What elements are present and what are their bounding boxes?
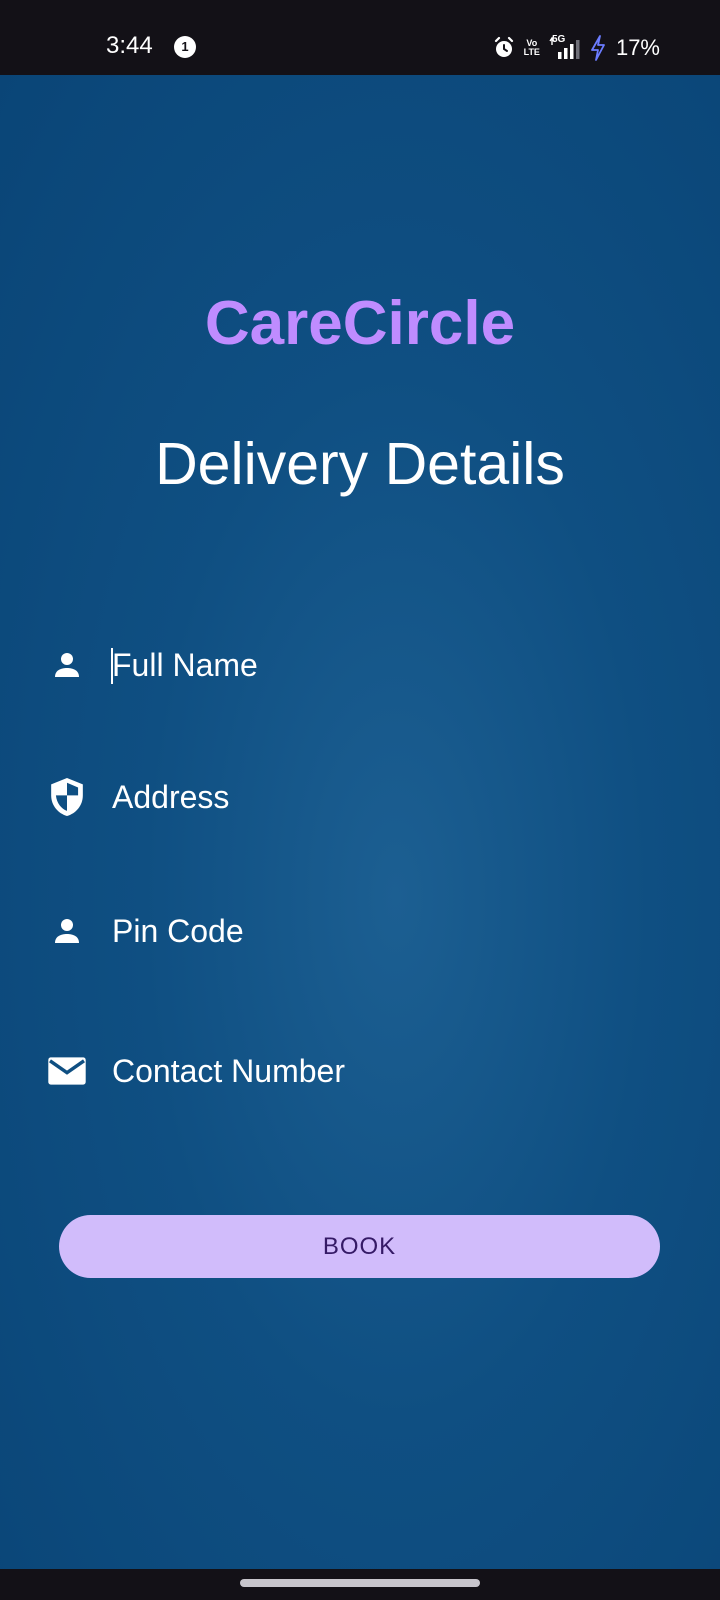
address-placeholder[interactable]: Address: [112, 779, 229, 816]
person-icon: [44, 642, 90, 688]
contact-number-field[interactable]: Contact Number: [44, 1041, 674, 1101]
charging-icon: [590, 35, 606, 61]
text-cursor: [111, 647, 113, 684]
signal-icon: 5G: [548, 34, 582, 60]
mail-icon: [44, 1048, 90, 1094]
shield-icon: [44, 774, 90, 820]
volte-icon: Vo LTE: [524, 39, 540, 57]
delivery-details-screen: CareCircle Delivery Details Full Name Ad…: [0, 75, 720, 1569]
notification-badge: 1: [174, 36, 196, 58]
full-name-field[interactable]: Full Name: [44, 635, 674, 695]
alarm-icon: [492, 36, 516, 60]
app-brand: CareCircle: [204, 289, 516, 358]
contact-number-placeholder[interactable]: Contact Number: [112, 1053, 345, 1090]
navigation-bar: [0, 1569, 720, 1600]
pin-code-placeholder[interactable]: Pin Code: [112, 913, 244, 950]
battery-percent: 17%: [615, 35, 660, 60]
book-button[interactable]: BOOK: [59, 1215, 660, 1278]
full-name-label: Full Name: [112, 646, 258, 683]
page-title: Delivery Details: [155, 431, 565, 497]
volte-bottom-text: LTE: [523, 47, 540, 57]
status-icons: Vo LTE 5G 17%: [492, 33, 660, 63]
status-time: 3:44: [106, 32, 153, 59]
full-name-placeholder[interactable]: Full Name: [111, 646, 258, 684]
home-gesture-handle[interactable]: [240, 1579, 480, 1587]
address-field[interactable]: Address: [44, 767, 674, 827]
person-icon: [44, 908, 90, 954]
status-bar: 3:44 1 Vo LTE 5G 17%: [0, 0, 720, 75]
pin-code-field[interactable]: Pin Code: [44, 901, 674, 961]
